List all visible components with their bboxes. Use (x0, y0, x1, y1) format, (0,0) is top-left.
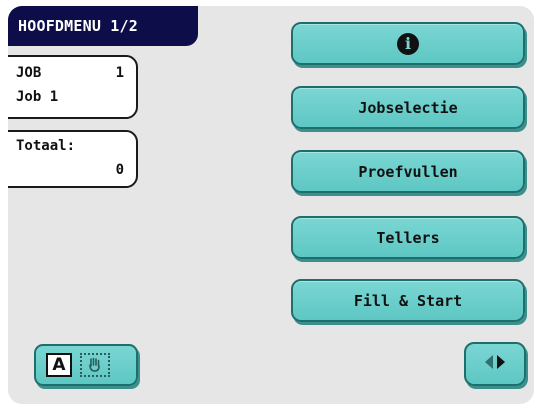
job-name: Job 1 (16, 89, 59, 105)
jobselectie-button[interactable]: Jobselectie (291, 86, 525, 129)
tellers-button[interactable]: Tellers (291, 216, 525, 259)
fill-and-start-button[interactable]: Fill & Start (291, 279, 525, 322)
job-number: 1 (115, 65, 124, 81)
fill-and-start-label: Fill & Start (353, 291, 463, 310)
mode-selector-button[interactable]: A (34, 344, 138, 386)
job-name-row: Job 1 (16, 89, 124, 105)
total-value: 0 (115, 162, 124, 178)
total-counter-box: Totaal: 0 (8, 130, 138, 188)
proefvullen-label: Proefvullen (358, 162, 458, 181)
page-title: HOOFDMENU 1/2 (8, 6, 198, 46)
total-label: Totaal: (16, 138, 76, 154)
proefvullen-button[interactable]: Proefvullen (291, 150, 525, 193)
info-button[interactable]: i (291, 22, 525, 65)
jobselectie-label: Jobselectie (358, 98, 458, 117)
mode-a-indicator: A (46, 353, 72, 377)
job-info-box: JOB 1 Job 1 (8, 55, 138, 119)
display-screen: HOOFDMENU 1/2 JOB 1 Job 1 Totaal: 0 i Jo… (8, 6, 534, 404)
hand-icon (80, 353, 110, 377)
total-label-row: Totaal: (16, 138, 124, 154)
job-label: JOB (16, 65, 42, 81)
tellers-label: Tellers (376, 228, 440, 247)
info-icon: i (397, 32, 419, 55)
page-nav-button[interactable] (464, 342, 526, 386)
page-toggle-arrows-icon (482, 353, 508, 375)
job-number-row: JOB 1 (16, 65, 124, 81)
total-value-row: 0 (16, 162, 124, 178)
